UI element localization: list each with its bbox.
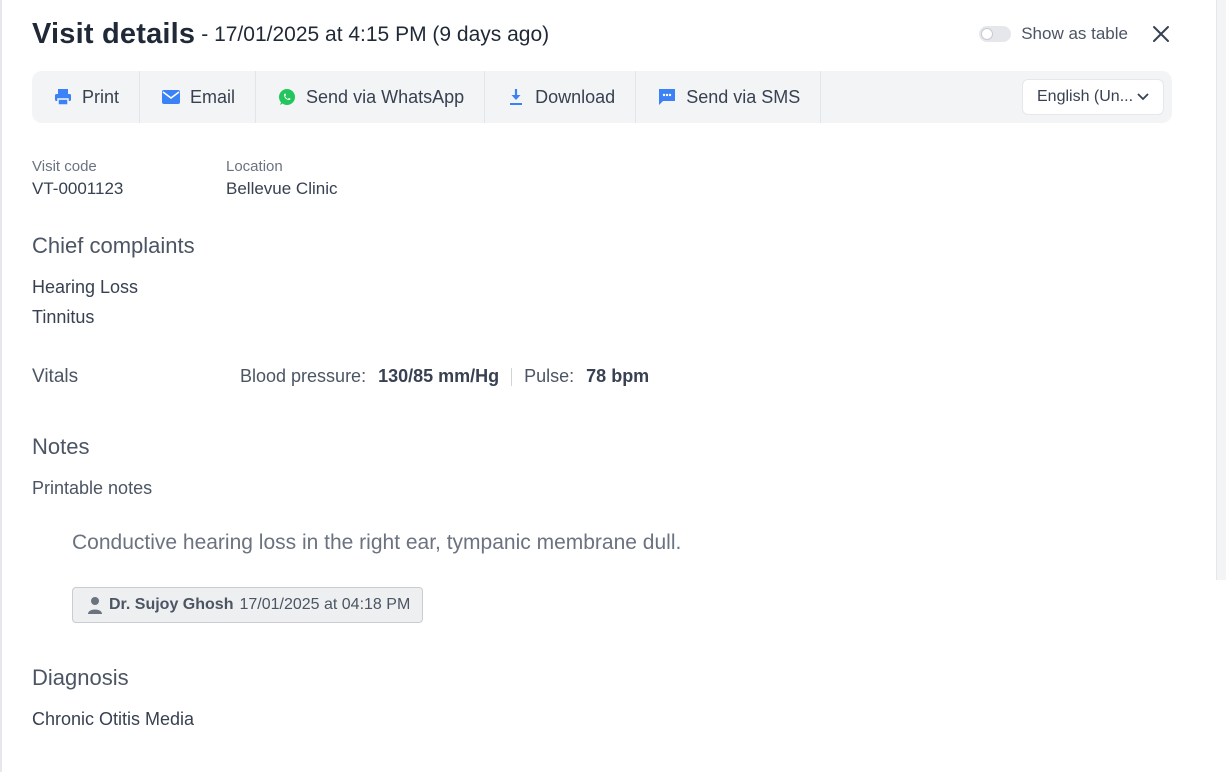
download-label: Download [535,86,616,107]
printable-notes-heading: Printable notes [32,478,153,498]
chevron-down-icon [1137,93,1149,101]
close-button[interactable] [1150,23,1172,45]
download-button[interactable]: Download [485,71,637,123]
download-icon [505,86,527,108]
panel-left-border [0,0,2,772]
envelope-icon [160,86,182,108]
show-as-table-toggle[interactable] [979,26,1012,42]
email-label: Email [190,86,236,107]
pulse-value: 78 bpm [586,366,650,386]
action-toolbar: Print Email Send via WhatsApp Download S… [32,71,1172,123]
visit-code-value: VT-0001123 [32,179,124,198]
note-author: Dr. Sujoy Ghosh [109,596,234,613]
complaint-item: Tinnitus [32,307,95,327]
chat-icon [656,86,678,108]
diagnosis-item: Chronic Otitis Media [32,709,195,729]
language-select[interactable]: English (Un... [1022,79,1164,115]
note-author-badge: Dr. Sujoy Ghosh 17/01/2025 at 04:18 PM [72,587,424,623]
print-button[interactable]: Print [32,71,141,123]
notes-heading: Notes [32,434,90,459]
note-text: Conductive hearing loss in the right ear… [72,531,682,554]
page-title: Visit details [32,17,196,50]
print-label: Print [82,86,120,107]
visit-datetime: - 17/01/2025 at 4:15 PM (9 days ago) [201,23,550,46]
whatsapp-label: Send via WhatsApp [306,86,465,107]
vitals-values: Blood pressure: 130/85 mm/Hg Pulse: 78 b… [240,366,649,387]
printer-icon [52,86,74,108]
email-button[interactable]: Email [140,71,257,123]
header-actions: Show as table [979,23,1172,45]
diagnosis-heading: Diagnosis [32,665,129,690]
note-timestamp: 17/01/2025 at 04:18 PM [239,596,411,613]
user-icon [88,597,102,614]
blood-pressure-value: 130/85 mm/Hg [378,366,500,386]
pulse-label: Pulse: [524,366,575,386]
whatsapp-button[interactable]: Send via WhatsApp [256,71,486,123]
vitals-heading: Vitals [32,366,79,387]
whatsapp-icon [276,86,298,108]
show-as-table-label[interactable]: Show as table [1021,24,1128,44]
sms-label: Send via SMS [686,86,801,107]
visit-code-label: Visit code [32,158,97,175]
language-value: English (Un... [1037,88,1134,105]
location-label: Location [226,158,283,175]
location-value: Bellevue Clinic [226,179,338,198]
blood-pressure-label: Blood pressure: [240,366,367,386]
chief-complaints-heading: Chief complaints [32,233,195,258]
scrollbar[interactable] [1216,0,1226,580]
complaint-item: Hearing Loss [32,277,139,297]
toggle-knob [981,28,994,40]
visit-header: Visit details - 17/01/2025 at 4:15 PM (9… [32,14,1172,54]
vitals-divider [511,367,513,386]
sms-button[interactable]: Send via SMS [636,71,822,123]
close-icon [1153,26,1169,42]
